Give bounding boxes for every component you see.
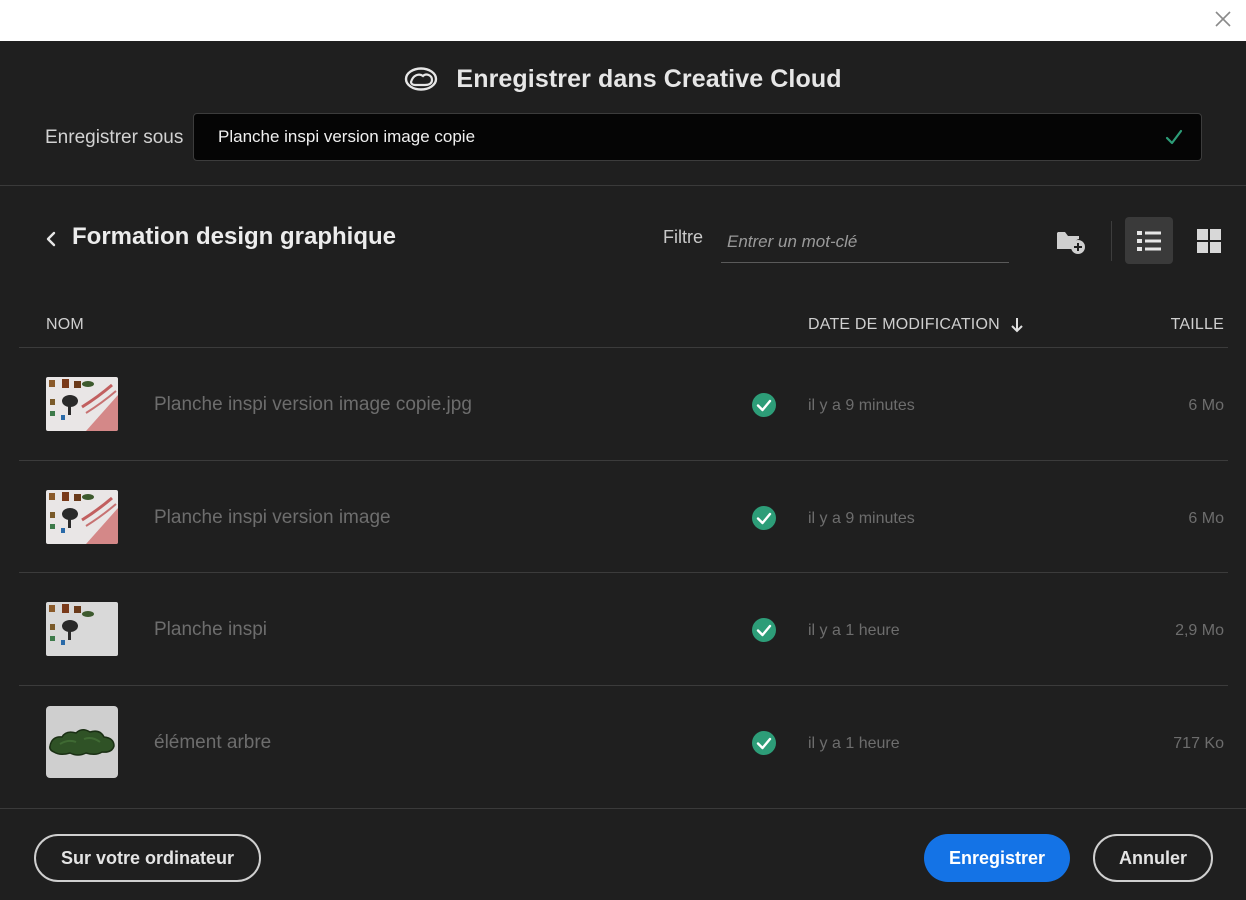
file-date: il y a 9 minutes [808, 509, 915, 527]
file-size: 6 Mo [1188, 509, 1224, 527]
save-button[interactable]: Enregistrer [924, 834, 1070, 882]
list-view-icon [1137, 230, 1161, 251]
column-header-date[interactable]: DATE DE MODIFICATION [808, 316, 1024, 334]
file-row[interactable]: Planche inspi version image il y a 9 min… [19, 461, 1228, 573]
file-name: Planche inspi [154, 619, 268, 640]
file-row[interactable]: Planche inspi il y a 1 heure 2,9 Mo [19, 573, 1228, 686]
close-icon[interactable] [1212, 8, 1234, 30]
file-name-field[interactable]: Planche inspi version image copie [193, 113, 1202, 161]
file-row[interactable]: élément arbre il y a 1 heure 717 Ko [19, 686, 1228, 799]
synced-check-icon [752, 393, 776, 417]
file-size: 717 Ko [1173, 734, 1224, 752]
grid-view-icon [1197, 228, 1221, 253]
file-date: il y a 9 minutes [808, 397, 915, 414]
file-date: il y a 1 heure [808, 622, 900, 639]
grid-view-button[interactable] [1187, 217, 1231, 264]
file-name: Planche inspi version image [154, 506, 391, 528]
column-header-name[interactable]: NOM [46, 316, 84, 334]
column-header-size[interactable]: TAILLE [1171, 316, 1224, 334]
window-top-bar [0, 0, 1246, 41]
file-name: élément arbre [154, 731, 272, 753]
synced-check-icon [752, 618, 776, 642]
file-thumbnail [46, 489, 118, 544]
file-list: Planche inspi version image copie.jpg il… [19, 348, 1228, 798]
file-thumbnail [46, 377, 118, 431]
list-view-button[interactable] [1125, 217, 1173, 264]
filter-input[interactable] [721, 221, 1009, 263]
save-to-computer-button[interactable]: Sur votre ordinateur [34, 834, 261, 882]
chevron-left-icon[interactable] [40, 228, 62, 250]
folder-title: Formation design graphique [72, 223, 397, 250]
synced-check-icon [752, 730, 776, 755]
new-folder-icon[interactable] [1055, 227, 1087, 255]
divider [0, 185, 1246, 186]
file-thumbnail [46, 602, 118, 656]
file-thumbnail [46, 705, 118, 778]
filter-label: Filtre [663, 227, 703, 247]
arrow-down-icon [1011, 318, 1023, 333]
column-header-date-label: DATE DE MODIFICATION [808, 316, 1000, 333]
file-size: 2,9 Mo [1175, 622, 1224, 639]
dialog-title: Enregistrer dans Creative Cloud [456, 64, 842, 93]
file-name-value[interactable]: Planche inspi version image copie [218, 127, 475, 147]
synced-check-icon [752, 505, 776, 530]
file-size: 6 Mo [1188, 397, 1224, 414]
checkmark-icon [1165, 129, 1183, 145]
dialog-header: Enregistrer dans Creative Cloud [0, 61, 1246, 97]
file-row[interactable]: Planche inspi version image copie.jpg il… [19, 348, 1228, 461]
divider [0, 808, 1246, 809]
cancel-button[interactable]: Annuler [1093, 834, 1213, 882]
file-date: il y a 1 heure [808, 734, 900, 752]
file-name: Planche inspi version image copie.jpg [154, 394, 472, 415]
creative-cloud-icon [405, 67, 438, 91]
divider [1111, 221, 1112, 261]
save-dialog: Enregistrer dans Creative Cloud Enregist… [0, 41, 1246, 900]
save-as-label: Enregistrer sous [45, 127, 184, 148]
